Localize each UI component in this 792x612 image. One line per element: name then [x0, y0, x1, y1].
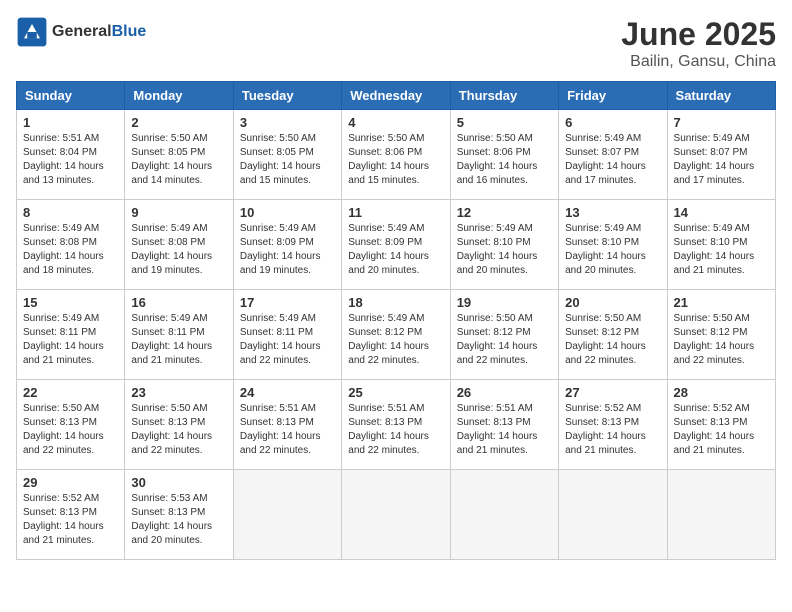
header-row: Sunday Monday Tuesday Wednesday Thursday…	[17, 82, 776, 110]
col-wednesday: Wednesday	[342, 82, 450, 110]
title-area: June 2025 Bailin, Gansu, China	[621, 16, 776, 71]
day-30: 30 Sunrise: 5:53 AMSunset: 8:13 PMDaylig…	[125, 470, 233, 560]
week-row-4: 22 Sunrise: 5:50 AMSunset: 8:13 PMDaylig…	[17, 380, 776, 470]
day-9: 9 Sunrise: 5:49 AMSunset: 8:08 PMDayligh…	[125, 200, 233, 290]
empty-cell-3	[450, 470, 558, 560]
col-friday: Friday	[559, 82, 667, 110]
logo-blue: Blue	[112, 23, 147, 40]
col-monday: Monday	[125, 82, 233, 110]
day-28: 28 Sunrise: 5:52 AMSunset: 8:13 PMDaylig…	[667, 380, 775, 470]
day-1: 1 Sunrise: 5:51 AMSunset: 8:04 PMDayligh…	[17, 110, 125, 200]
day-10: 10 Sunrise: 5:49 AMSunset: 8:09 PMDaylig…	[233, 200, 341, 290]
empty-cell-1	[233, 470, 341, 560]
page-header: GeneralBlue June 2025 Bailin, Gansu, Chi…	[16, 16, 776, 71]
calendar-subtitle: Bailin, Gansu, China	[621, 53, 776, 71]
day-14: 14 Sunrise: 5:49 AMSunset: 8:10 PMDaylig…	[667, 200, 775, 290]
empty-cell-5	[667, 470, 775, 560]
day-27: 27 Sunrise: 5:52 AMSunset: 8:13 PMDaylig…	[559, 380, 667, 470]
logo-general: General	[52, 23, 112, 40]
col-tuesday: Tuesday	[233, 82, 341, 110]
day-6: 6 Sunrise: 5:49 AMSunset: 8:07 PMDayligh…	[559, 110, 667, 200]
logo-icon	[16, 16, 48, 48]
empty-cell-4	[559, 470, 667, 560]
week-row-2: 8 Sunrise: 5:49 AMSunset: 8:08 PMDayligh…	[17, 200, 776, 290]
day-29: 29 Sunrise: 5:52 AMSunset: 8:13 PMDaylig…	[17, 470, 125, 560]
col-saturday: Saturday	[667, 82, 775, 110]
day-18: 18 Sunrise: 5:49 AMSunset: 8:12 PMDaylig…	[342, 290, 450, 380]
day-16: 16 Sunrise: 5:49 AMSunset: 8:11 PMDaylig…	[125, 290, 233, 380]
day-2: 2 Sunrise: 5:50 AMSunset: 8:05 PMDayligh…	[125, 110, 233, 200]
day-13: 13 Sunrise: 5:49 AMSunset: 8:10 PMDaylig…	[559, 200, 667, 290]
day-22: 22 Sunrise: 5:50 AMSunset: 8:13 PMDaylig…	[17, 380, 125, 470]
day-11: 11 Sunrise: 5:49 AMSunset: 8:09 PMDaylig…	[342, 200, 450, 290]
logo: GeneralBlue	[16, 16, 146, 48]
day-4: 4 Sunrise: 5:50 AMSunset: 8:06 PMDayligh…	[342, 110, 450, 200]
week-row-1: 1 Sunrise: 5:51 AMSunset: 8:04 PMDayligh…	[17, 110, 776, 200]
day-20: 20 Sunrise: 5:50 AMSunset: 8:12 PMDaylig…	[559, 290, 667, 380]
week-row-3: 15 Sunrise: 5:49 AMSunset: 8:11 PMDaylig…	[17, 290, 776, 380]
day-24: 24 Sunrise: 5:51 AMSunset: 8:13 PMDaylig…	[233, 380, 341, 470]
day-25: 25 Sunrise: 5:51 AMSunset: 8:13 PMDaylig…	[342, 380, 450, 470]
day-21: 21 Sunrise: 5:50 AMSunset: 8:12 PMDaylig…	[667, 290, 775, 380]
day-8: 8 Sunrise: 5:49 AMSunset: 8:08 PMDayligh…	[17, 200, 125, 290]
col-sunday: Sunday	[17, 82, 125, 110]
calendar-title: June 2025	[621, 16, 776, 53]
day-7: 7 Sunrise: 5:49 AMSunset: 8:07 PMDayligh…	[667, 110, 775, 200]
day-12: 12 Sunrise: 5:49 AMSunset: 8:10 PMDaylig…	[450, 200, 558, 290]
day-17: 17 Sunrise: 5:49 AMSunset: 8:11 PMDaylig…	[233, 290, 341, 380]
day-19: 19 Sunrise: 5:50 AMSunset: 8:12 PMDaylig…	[450, 290, 558, 380]
day-26: 26 Sunrise: 5:51 AMSunset: 8:13 PMDaylig…	[450, 380, 558, 470]
day-23: 23 Sunrise: 5:50 AMSunset: 8:13 PMDaylig…	[125, 380, 233, 470]
day-3: 3 Sunrise: 5:50 AMSunset: 8:05 PMDayligh…	[233, 110, 341, 200]
empty-cell-2	[342, 470, 450, 560]
week-row-5: 29 Sunrise: 5:52 AMSunset: 8:13 PMDaylig…	[17, 470, 776, 560]
calendar-table: Sunday Monday Tuesday Wednesday Thursday…	[16, 81, 776, 560]
day-15: 15 Sunrise: 5:49 AMSunset: 8:11 PMDaylig…	[17, 290, 125, 380]
day-5: 5 Sunrise: 5:50 AMSunset: 8:06 PMDayligh…	[450, 110, 558, 200]
col-thursday: Thursday	[450, 82, 558, 110]
